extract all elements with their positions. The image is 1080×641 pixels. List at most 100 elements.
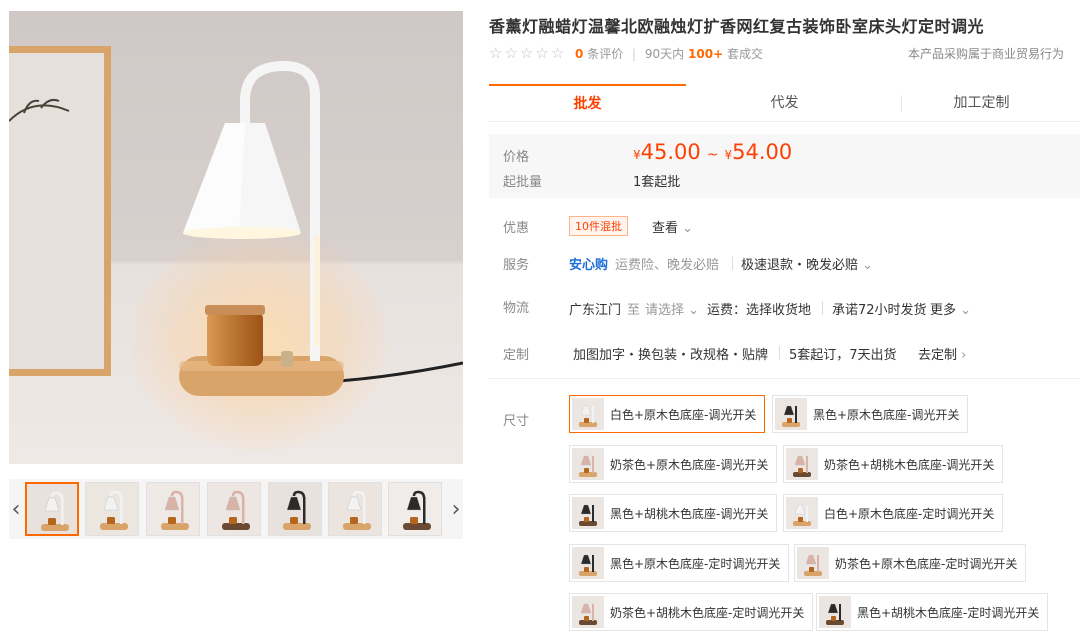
custom-terms: 5套起订，7天出货	[789, 348, 897, 363]
size-option-thumbnail	[572, 448, 604, 480]
lamp-thumbnail-image	[86, 483, 138, 535]
size-option[interactable]: 黑色+胡桃木色底座-调光开关	[569, 494, 778, 532]
rating-stars: ☆ ☆ ☆ ☆ ☆	[489, 45, 564, 61]
size-option[interactable]: 奶茶色+原木色底座-定时调光开关	[794, 544, 1027, 582]
size-option-thumbnail	[775, 398, 807, 430]
size-option-thumbnail	[786, 497, 818, 529]
size-option-label: 黑色+原木色底座-定时调光开关	[610, 556, 781, 571]
star-empty-icon: ☆	[535, 44, 549, 62]
logistics-destination-select[interactable]: 请选择 ⌄	[645, 299, 699, 318]
size-option-label: 白色+原木色底座-定时调光开关	[824, 506, 995, 521]
star-empty-icon: ☆	[504, 44, 518, 62]
go-custom-text: 去定制	[918, 348, 958, 363]
thumbnail-strip: ‹ ›	[9, 479, 463, 539]
gallery-thumbnail[interactable]	[207, 482, 261, 536]
logistics-more-text: 更多	[930, 303, 957, 318]
destination-select-text: 请选择	[645, 303, 685, 318]
size-option[interactable]: 黑色+胡桃木色底座-定时调光开关	[816, 593, 1049, 631]
gallery-thumbnail[interactable]	[388, 482, 442, 536]
price-tilde: ~	[706, 147, 719, 163]
thumbs-next-chevron-right-icon[interactable]: ›	[449, 479, 463, 539]
logistics-to: 至	[627, 303, 641, 318]
chevron-down-icon: ⌄	[688, 303, 700, 318]
gallery-thumbnail[interactable]	[268, 482, 322, 536]
main-product-image[interactable]	[9, 11, 463, 464]
go-custom-link[interactable]: 去定制 ›	[918, 344, 966, 363]
tab-divider	[901, 95, 902, 111]
chevron-right-icon: ›	[961, 348, 967, 363]
price-min: 45.00	[640, 140, 701, 164]
gallery-thumbnail[interactable]	[328, 482, 382, 536]
size-option-label: 奶茶色+原木色底座-定时调光开关	[835, 556, 1018, 571]
promo-view-text: 查看	[652, 221, 679, 236]
section-divider	[489, 378, 1080, 379]
review-sales-info: 0 条评价 | 90天内 100+ 套成交	[575, 45, 763, 62]
sales-suffix: 套成交	[726, 47, 763, 61]
promo-view-link[interactable]: 查看 ⌄	[652, 217, 693, 236]
lamp-thumbnail-image	[147, 483, 199, 535]
chevron-down-icon: ⌄	[862, 258, 874, 273]
product-title: 香薰灯融蜡灯温馨北欧融烛灯扩香网红复古装饰卧室床头灯定时调光	[489, 17, 985, 36]
separator: |	[632, 47, 637, 61]
promo-tag: 10件混批	[569, 216, 628, 236]
size-option-label: 奶茶色+原木色底座-调光开关	[610, 457, 769, 472]
tab-custom-processing[interactable]: 加工定制	[883, 84, 1080, 121]
lamp-thumbnail-image	[269, 483, 321, 535]
size-option-label: 白色+原木色底座-调光开关	[610, 407, 757, 422]
price-max: 54.00	[732, 140, 793, 164]
gallery-thumbnail[interactable]	[25, 482, 79, 536]
min-order-label: 起批量	[503, 175, 543, 190]
price-range: ¥45.00 ~ ¥54.00	[633, 140, 792, 164]
size-label: 尺寸	[503, 414, 530, 429]
size-option[interactable]: 奶茶色+原木色底座-调光开关	[569, 445, 778, 483]
size-option-thumbnail	[786, 448, 818, 480]
size-option-label: 奶茶色+胡桃木色底座-定时调光开关	[610, 605, 805, 620]
size-option-thumbnail	[819, 596, 851, 628]
gallery-thumbnail[interactable]	[146, 482, 200, 536]
tab-wholesale[interactable]: 批发	[489, 84, 686, 121]
currency-symbol: ¥	[633, 148, 641, 162]
star-empty-icon: ☆	[489, 44, 503, 62]
chevron-down-icon: ⌄	[960, 303, 972, 318]
service-safe-badge[interactable]: 安心购	[569, 254, 608, 273]
promo-label: 优惠	[503, 221, 530, 236]
chevron-down-icon: ⌄	[682, 221, 694, 236]
size-option[interactable]: 奶茶色+胡桃木色底座-定时调光开关	[569, 593, 814, 631]
sales-count: 100+	[688, 47, 724, 61]
custom-label: 定制	[503, 348, 530, 363]
size-option[interactable]: 白色+原木色底座-调光开关	[569, 395, 766, 433]
custom-options: 加图加字・换包装・改规格・贴牌	[573, 348, 769, 363]
lamp-thumbnail-image	[208, 483, 260, 535]
purchase-tabs: 批发 代发 加工定制	[489, 84, 1080, 122]
logistics-origin: 广东江门	[569, 303, 622, 318]
divider	[822, 301, 823, 315]
min-order-value: 1套起批	[633, 175, 681, 190]
lamp-illustration	[179, 60, 463, 396]
size-option[interactable]: 黑色+原木色底座-定时调光开关	[569, 544, 790, 582]
thumbs-prev-chevron-left-icon[interactable]: ‹	[9, 479, 23, 539]
size-option[interactable]: 黑色+原木色底座-调光开关	[772, 395, 969, 433]
star-empty-icon: ☆	[550, 44, 565, 62]
size-option-label: 奶茶色+胡桃木色底座-调光开关	[824, 457, 995, 472]
star-empty-icon: ☆	[519, 44, 534, 62]
review-suffix[interactable]: 条评价	[587, 47, 623, 61]
divider	[779, 346, 780, 360]
service-desc: 运费险、晚发必赔	[615, 258, 720, 273]
size-option[interactable]: 奶茶色+胡桃木色底座-调光开关	[783, 445, 1004, 483]
size-option-thumbnail	[572, 596, 604, 628]
trade-note: 本产品采购属于商业贸易行为	[907, 47, 1064, 61]
size-option-label: 黑色+胡桃木色底座-定时调光开关	[857, 605, 1040, 620]
gallery-thumbnail[interactable]	[85, 482, 139, 536]
lamp-thumbnail-image	[329, 483, 381, 535]
size-option-label: 黑色+胡桃木色底座-调光开关	[610, 506, 769, 521]
logistics-freight: 运费：选择收货地	[707, 303, 812, 318]
review-count[interactable]: 0	[575, 47, 583, 61]
service-extra[interactable]: 极速退款・晚发必赔 ⌄	[741, 254, 873, 273]
tab-dropship[interactable]: 代发	[686, 84, 883, 121]
size-option-thumbnail	[572, 547, 604, 579]
logistics-more[interactable]: 更多 ⌄	[930, 299, 971, 318]
price-label: 价格	[503, 150, 530, 165]
size-option[interactable]: 白色+原木色底座-定时调光开关	[783, 494, 1004, 532]
lamp-thumbnail-image	[27, 484, 77, 534]
logistics-promise: 承诺72小时发货	[832, 303, 927, 318]
